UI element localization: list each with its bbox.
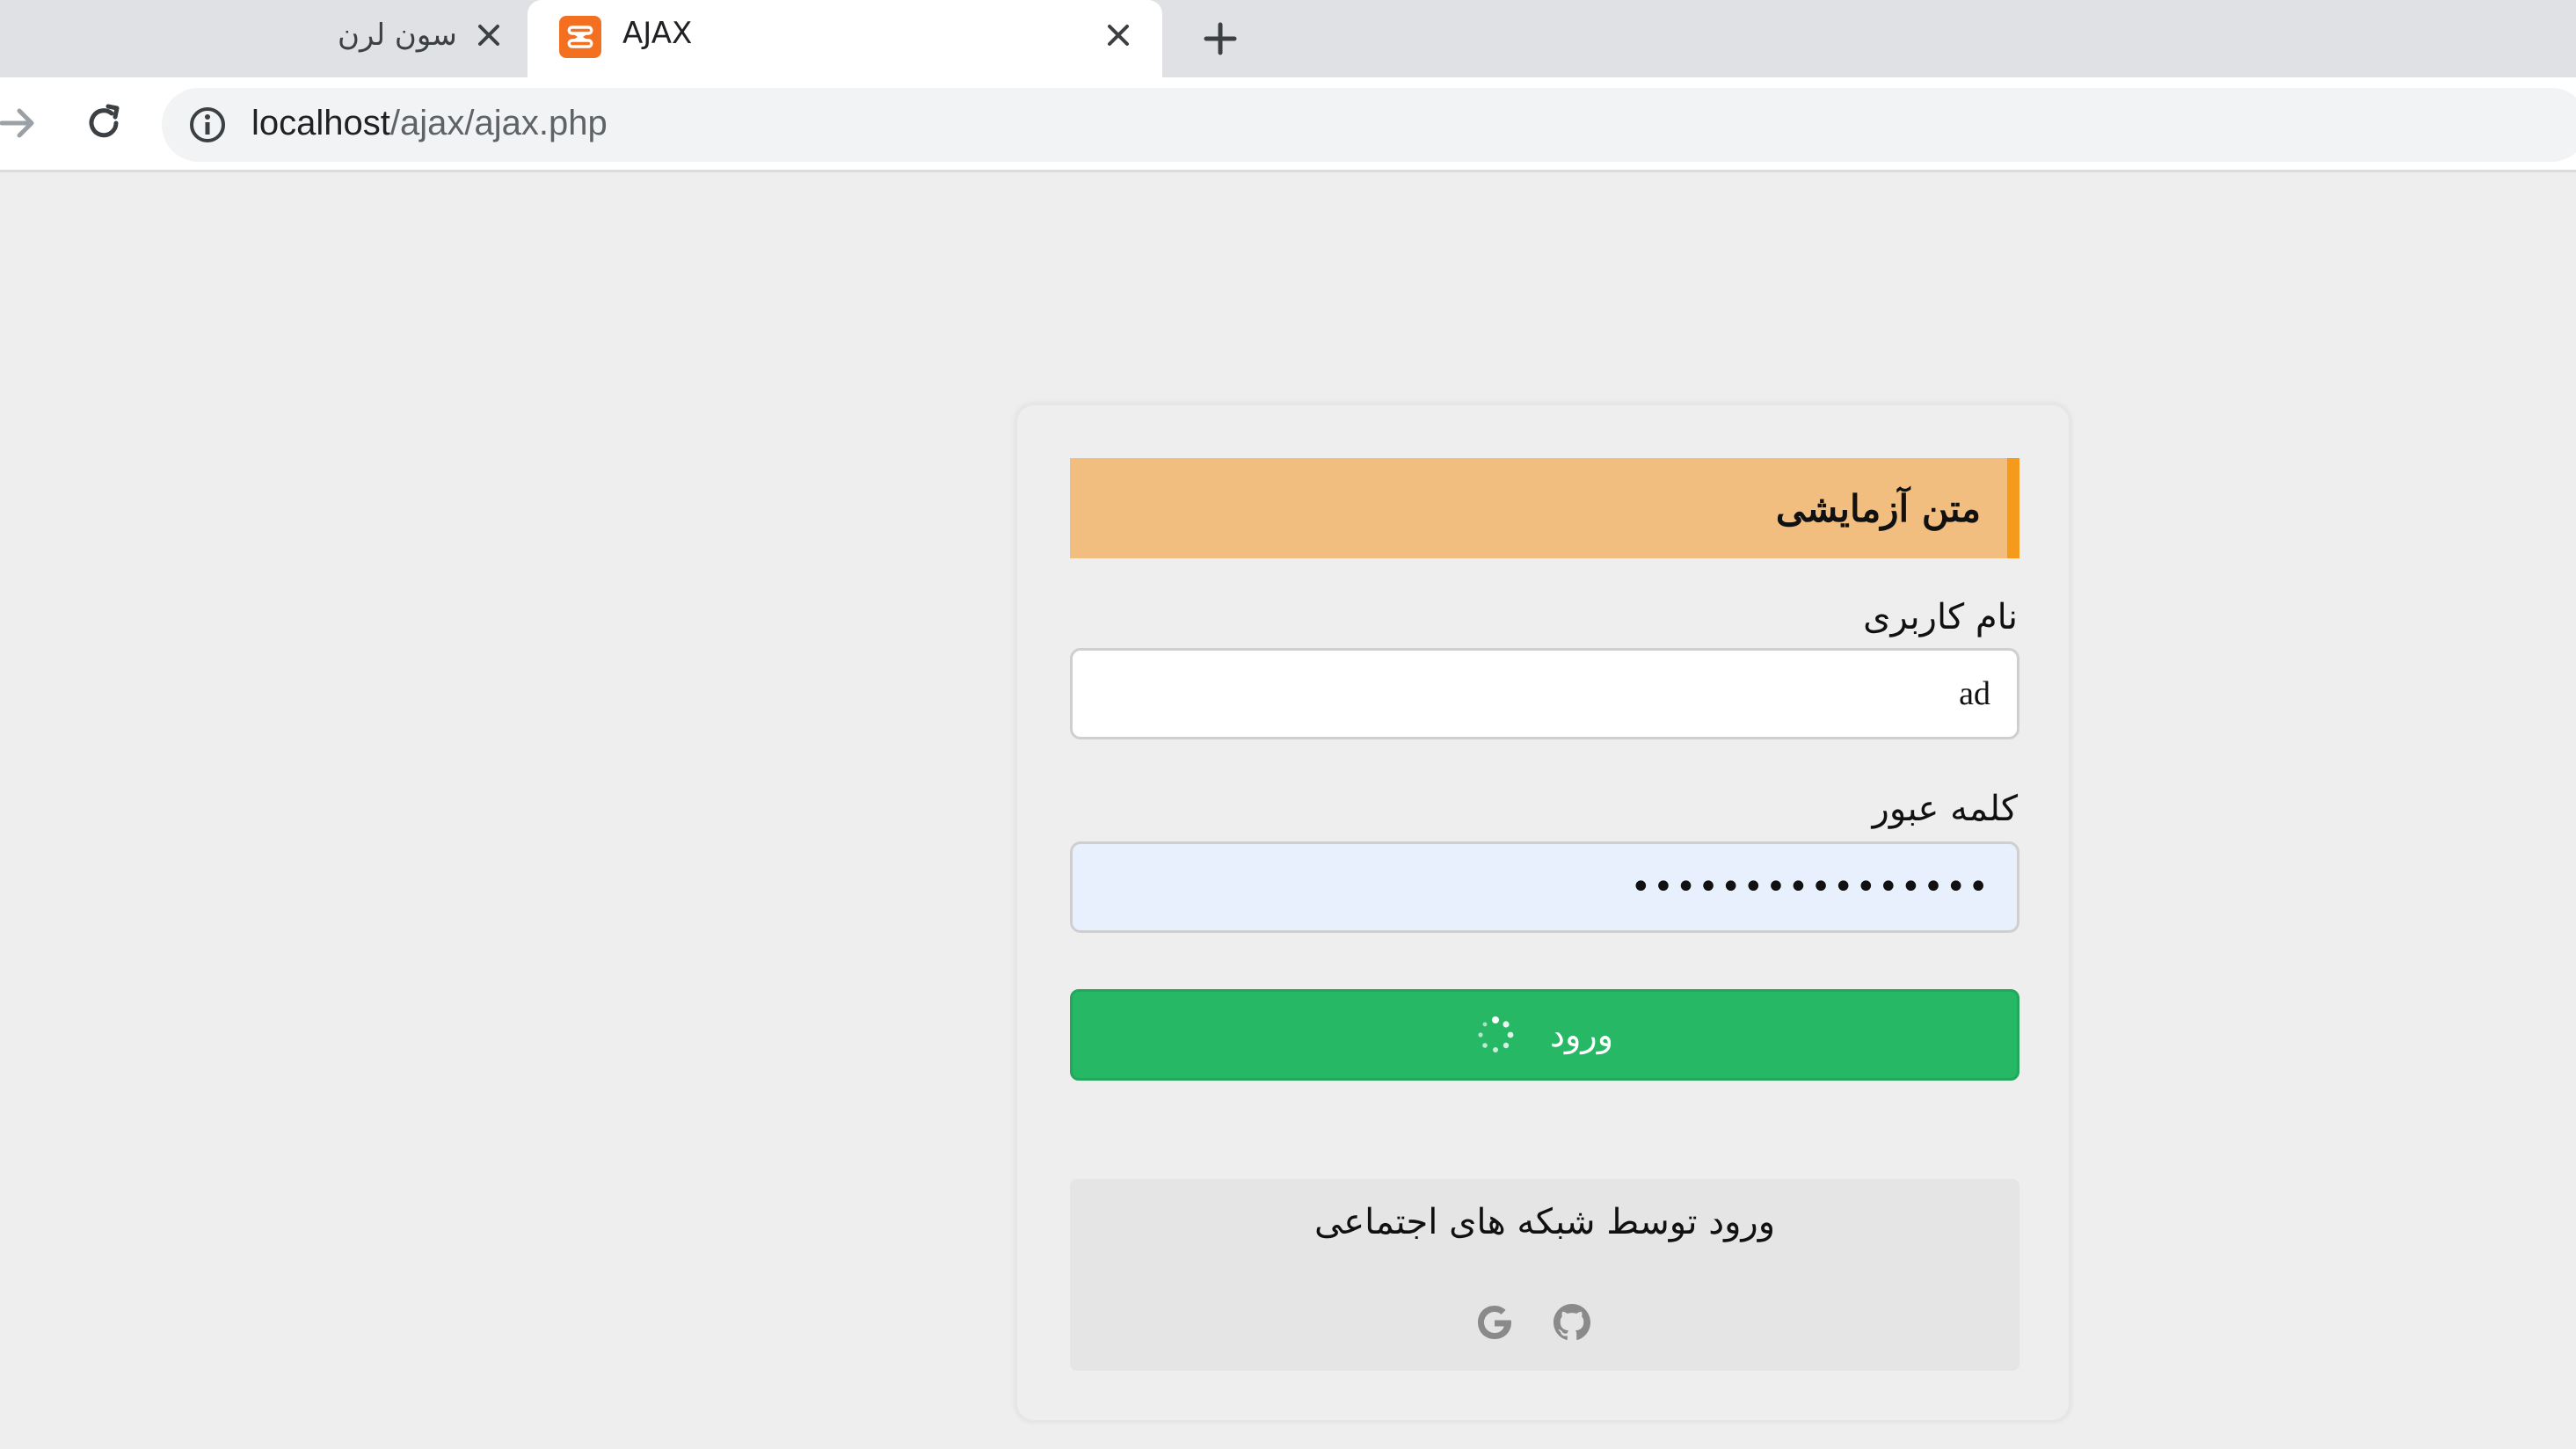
close-icon[interactable] [471,18,506,53]
password-input[interactable]: •••••••••••••••• [1070,841,2019,933]
forward-button[interactable] [0,95,46,151]
info-icon[interactable] [188,106,227,144]
reload-icon [89,104,120,138]
address-bar[interactable]: localhost/ajax/ajax.php [162,88,2576,162]
username-input[interactable] [1070,648,2019,739]
browser-toolbar: localhost/ajax/ajax.php [0,77,2576,172]
login-card: متن آزمایشی نام کاربری کلمه عبور •••••••… [1015,403,2071,1423]
tab-title: سون لرن [338,18,457,53]
tab-ajax[interactable]: AJAX [528,0,1162,77]
favicon-xampp-icon [559,16,601,58]
reload-button[interactable] [76,95,132,151]
social-login-box: ورود توسط شبکه های اجتماعی [1070,1179,2019,1371]
plus-icon [1204,22,1237,55]
login-button-label: ورود [1550,1016,1613,1054]
tab-title: AJAX [622,16,693,51]
banner-text: متن آزمایشی [1775,486,1981,530]
username-label: نام کاربری [1863,597,2018,637]
password-label: کلمه عبور [1872,789,2019,829]
url-host: localhost [251,104,390,142]
banner: متن آزمایشی [1070,458,2019,558]
tab-strip: سون لرن AJAX [0,0,2576,77]
password-mask: •••••••••••••••• [1630,867,1990,907]
url-text[interactable]: localhost/ajax/ajax.php [251,104,608,143]
tab-sevenlearn[interactable]: سون لرن [0,0,528,77]
new-tab-button[interactable] [1196,14,1245,63]
forward-icon [0,108,34,138]
url-path: /ajax/ajax.php [389,104,608,142]
login-button[interactable]: ورود [1070,989,2019,1081]
social-login-title: ورود توسط شبکه های اجتماعی [1313,1202,1776,1242]
google-icon[interactable] [1471,1299,1518,1346]
github-icon[interactable] [1548,1299,1596,1346]
close-icon[interactable] [1101,18,1136,53]
spinner-icon [1478,1016,1514,1052]
